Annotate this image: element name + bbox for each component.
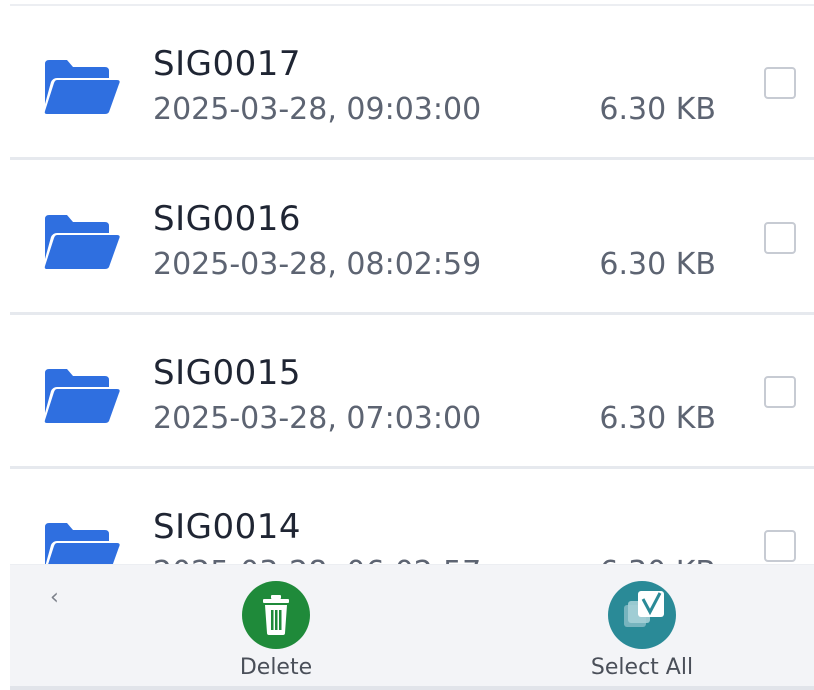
- file-checkbox[interactable]: [764, 222, 796, 254]
- folder-open-icon: [43, 58, 121, 116]
- file-checkbox[interactable]: [764, 530, 796, 562]
- file-size: 6.30 KB: [599, 554, 716, 564]
- file-row[interactable]: SIG0015 2025-03-28, 07:03:00 6.30 KB: [0, 314, 814, 469]
- file-date: 2025-03-28, 07:03:00: [153, 401, 482, 436]
- file-date: 2025-03-28, 08:02:59: [153, 247, 482, 282]
- delete-circle: [242, 581, 310, 649]
- file-row[interactable]: SIG0016 2025-03-28, 08:02:59 6.30 KB: [0, 160, 814, 315]
- bottom-edge-divider: [10, 686, 814, 690]
- folder-open-icon: [43, 367, 121, 425]
- file-size: 6.30 KB: [599, 92, 716, 127]
- file-checkbox[interactable]: [764, 376, 796, 408]
- file-name: SIG0015: [153, 353, 301, 393]
- folder-open-icon: [43, 521, 121, 564]
- file-name: SIG0014: [153, 507, 301, 547]
- file-checkbox[interactable]: [764, 67, 796, 99]
- delete-button[interactable]: Delete: [206, 581, 346, 681]
- file-date: 2025-03-28, 06:02:57: [153, 554, 481, 564]
- delete-label: Delete: [239, 655, 313, 680]
- select-all-circle: [608, 581, 676, 649]
- file-list: SIG0017 2025-03-28, 09:03:00 6.30 KB SIG…: [0, 0, 814, 564]
- file-name: SIG0016: [153, 199, 301, 239]
- select-all-button[interactable]: Select All: [572, 581, 712, 681]
- file-size: 6.30 KB: [599, 401, 716, 436]
- file-manager-screen: SIG0017 2025-03-28, 09:03:00 6.30 KB SIG…: [0, 0, 814, 690]
- collapse-handle-icon[interactable]: ‹: [50, 587, 59, 609]
- bottom-action-bar: ‹ Delete Select All: [10, 564, 814, 690]
- file-size: 6.30 KB: [599, 247, 716, 282]
- file-date: 2025-03-28, 09:03:00: [153, 92, 482, 127]
- file-row[interactable]: SIG0017 2025-03-28, 09:03:00 6.30 KB: [0, 5, 814, 160]
- select-all-label: Select All: [590, 655, 694, 680]
- file-name: SIG0017: [153, 44, 301, 84]
- file-row[interactable]: SIG0014 2025-03-28, 06:02:57 6.30 KB: [0, 468, 814, 564]
- folder-open-icon: [43, 213, 121, 271]
